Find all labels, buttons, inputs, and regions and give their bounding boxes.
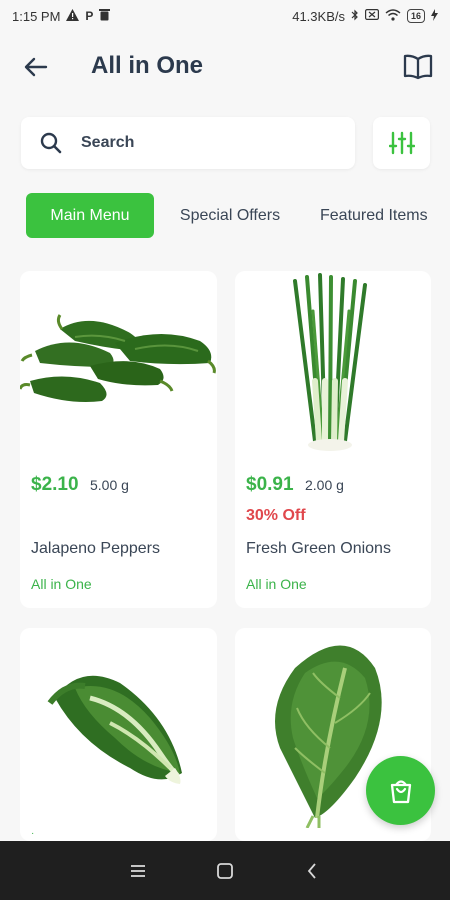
tab-special-offers[interactable]: Special Offers: [170, 193, 290, 238]
trash-icon: [99, 8, 111, 24]
search-box[interactable]: [21, 117, 355, 169]
warning-icon: [66, 8, 80, 24]
battery-level: 16: [410, 11, 421, 21]
status-right: 41.3KB/s 16: [292, 8, 438, 24]
tab-featured-items[interactable]: Featured Items: [320, 193, 450, 238]
product-card[interactable]: ·: [20, 628, 217, 841]
system-back-button[interactable]: [292, 851, 332, 891]
app-bar: All in One: [0, 36, 450, 98]
parking-icon: P: [85, 9, 94, 23]
product-price: $2.10: [31, 474, 79, 495]
category-tabs: Main Menu Special Offers Featured Items: [0, 193, 450, 239]
shopping-bag-icon: [390, 779, 411, 803]
back-chevron-icon: [307, 862, 316, 879]
product-weight: 5.00 g: [90, 477, 129, 493]
sim-icon: [364, 9, 379, 23]
search-input[interactable]: [81, 134, 321, 152]
bluetooth-icon: [351, 9, 359, 24]
discount-badge: 30% Off: [246, 507, 306, 524]
home-button[interactable]: [205, 851, 245, 891]
recent-apps-button[interactable]: [118, 851, 158, 891]
sliders-icon: [388, 131, 415, 155]
wifi-icon: [385, 8, 401, 24]
book-open-icon: [403, 54, 433, 80]
filter-button[interactable]: [373, 117, 430, 169]
product-name: Jalapeno Peppers: [31, 540, 160, 557]
green-onions-image: [293, 273, 367, 451]
cart-button[interactable]: [366, 756, 435, 825]
product-price: $0.91: [246, 474, 294, 495]
battery-icon: 16: [406, 9, 425, 23]
product-name: Fresh Green Onions: [246, 540, 391, 557]
product-card[interactable]: $0.91 2.00 g 30% Off Fresh Green Onions …: [235, 271, 431, 608]
product-store-partial: ·: [31, 828, 35, 839]
search-icon: [40, 132, 62, 154]
tab-main-menu[interactable]: Main Menu: [26, 193, 154, 238]
charging-icon: [431, 8, 438, 24]
search-icon-wrap: [21, 132, 81, 154]
jalapeno-peppers-image: [20, 314, 216, 402]
status-bar: 1:15 PM P 41.3KB/s 16: [0, 0, 450, 32]
home-square-icon: [217, 862, 233, 879]
catalog-button[interactable]: [400, 50, 436, 84]
back-button[interactable]: [18, 50, 54, 84]
product-store: All in One: [246, 576, 307, 592]
status-left: 1:15 PM P: [12, 8, 111, 24]
arrow-left-icon: [24, 57, 48, 77]
page-title: All in One: [91, 52, 204, 79]
product-card[interactable]: $2.10 5.00 g Jalapeno Peppers All in One: [20, 271, 217, 608]
product-weight: 2.00 g: [305, 477, 344, 493]
romaine-lettuce-image: [47, 675, 182, 784]
menu-icon: [131, 864, 146, 877]
product-store: All in One: [31, 576, 92, 592]
network-speed: 41.3KB/s: [292, 8, 345, 24]
status-time: 1:15 PM: [12, 8, 61, 24]
system-nav-bar: [0, 841, 450, 900]
